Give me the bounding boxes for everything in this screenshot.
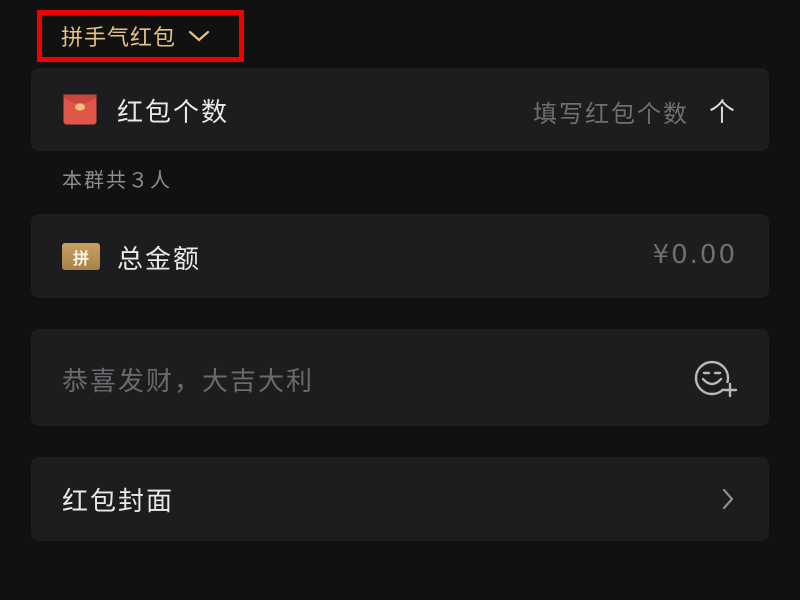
red-packet-page: 拼手气红包 红包个数 填写红包个数 个 本群共３人 拼 总金额 ¥0.00 恭喜… — [0, 0, 800, 600]
emoji-add-icon[interactable] — [693, 359, 739, 399]
chevron-right-icon — [722, 488, 734, 510]
pin-badge: 拼 — [62, 243, 100, 270]
red-packet-count-input[interactable]: 填写红包个数 — [533, 94, 689, 129]
red-packet-cover-row[interactable]: 红包封面 — [31, 457, 769, 541]
greeting-input[interactable]: 恭喜发财，大吉大利 — [62, 361, 314, 398]
chevron-down-icon — [188, 30, 210, 42]
group-member-count: 本群共３人 — [62, 168, 172, 192]
total-amount-label: 总金额 — [117, 245, 202, 275]
red-packet-count-unit: 个 — [708, 98, 735, 128]
total-amount-input[interactable]: ¥0.00 — [653, 240, 737, 270]
red-packet-type-label: 拼手气红包 — [61, 26, 177, 51]
total-amount-field[interactable]: 拼 总金额 ¥0.00 — [31, 214, 769, 298]
greeting-field[interactable]: 恭喜发财，大吉大利 — [31, 329, 769, 426]
red-packet-count-field[interactable]: 红包个数 填写红包个数 个 — [31, 68, 769, 151]
red-packet-count-label: 红包个数 — [117, 98, 230, 128]
red-packet-cover-label: 红包封面 — [62, 487, 175, 517]
red-packet-type-selector[interactable]: 拼手气红包 — [37, 10, 244, 62]
red-envelope-icon — [63, 94, 97, 125]
